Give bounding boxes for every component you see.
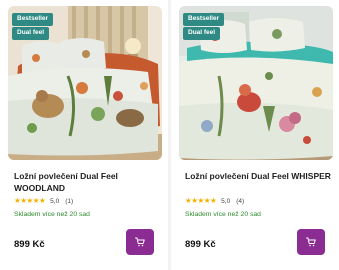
product-image[interactable]: Bestseller Dual feel (8, 6, 162, 160)
product-card[interactable]: Bestseller Dual feel Ložní povlečení Dua… (0, 0, 168, 270)
stock-status: Skladem více než 20 sad (185, 211, 261, 218)
product-title[interactable]: Ložní povlečení Dual Feel WOODLAND (14, 170, 160, 194)
bestseller-badge: Bestseller (183, 13, 225, 26)
cart-icon (306, 237, 316, 247)
review-count[interactable]: (4) (236, 198, 244, 205)
cart-icon (135, 237, 145, 247)
product-title[interactable]: Ložní povlečení Dual Feel WHISPER (185, 170, 331, 182)
product-image[interactable]: Bestseller Dual feel (179, 6, 333, 160)
product-price: 899 Kč (185, 239, 216, 250)
review-count[interactable]: (1) (65, 198, 73, 205)
product-price: 899 Kč (14, 239, 45, 250)
product-rating: ★ ★ ★ ★ ★ 5,0 (1) (14, 196, 73, 206)
product-grid: Bestseller Dual feel Ložní povlečení Dua… (0, 0, 339, 270)
star-icon: ★ (38, 196, 46, 206)
dual-feel-badge: Dual feel (12, 27, 50, 40)
rating-score: 5,0 (50, 197, 60, 205)
product-rating: ★ ★ ★ ★ ★ 5,0 (4) (185, 196, 244, 206)
add-to-cart-button[interactable] (126, 229, 154, 255)
rating-score: 5,0 (221, 197, 231, 205)
stock-status: Skladem více než 20 sad (14, 211, 90, 218)
product-card[interactable]: Bestseller Dual feel Ložní povlečení Dua… (171, 0, 339, 270)
add-to-cart-button[interactable] (297, 229, 325, 255)
rating-stars: ★ ★ ★ ★ ★ (14, 196, 46, 206)
rating-stars: ★ ★ ★ ★ ★ (185, 196, 217, 206)
bestseller-badge: Bestseller (12, 13, 54, 26)
star-icon: ★ (209, 196, 217, 206)
dual-feel-badge: Dual feel (183, 27, 221, 40)
